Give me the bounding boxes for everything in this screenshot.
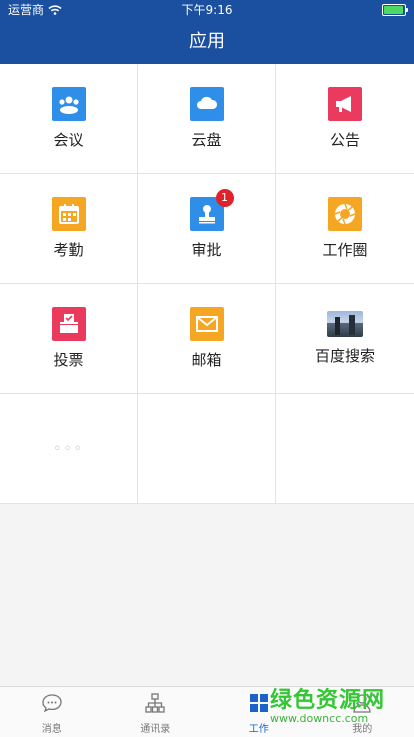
- app-label: 邮箱: [191, 349, 221, 370]
- ballot-box-icon: [52, 307, 86, 341]
- cloud-icon: [190, 87, 224, 121]
- tab-label: 通讯录: [140, 720, 170, 735]
- approval-badge: 1: [216, 189, 234, 207]
- tab-messages[interactable]: 消息: [0, 687, 104, 737]
- app-label: 公告: [330, 129, 360, 150]
- app-label: 考勤: [53, 239, 83, 260]
- status-bar: 运营商 下午9:16: [0, 0, 414, 20]
- tab-label: 我的: [352, 720, 372, 735]
- tab-contacts[interactable]: 通讯录: [104, 687, 208, 737]
- more-icon: ◦◦◦: [53, 441, 84, 457]
- app-cloud-drive[interactable]: 云盘: [138, 64, 276, 174]
- app-attendance[interactable]: 考勤: [0, 174, 138, 284]
- tab-work[interactable]: 工作: [207, 687, 311, 737]
- tab-bar: 消息 通讯录 工作 我的: [0, 686, 414, 737]
- tab-me[interactable]: 我的: [311, 687, 414, 737]
- meeting-icon: [52, 87, 86, 121]
- stamp-icon: 1: [190, 197, 224, 231]
- app-label: 工作圈: [322, 239, 367, 260]
- user-icon: [351, 692, 373, 714]
- empty-cell: [138, 394, 276, 504]
- app-label: 会议: [53, 129, 83, 150]
- app-approval[interactable]: 1 审批: [138, 174, 276, 284]
- baidu-photo-icon: [327, 311, 363, 337]
- page-title: 应用: [0, 28, 414, 56]
- empty-cell: [276, 394, 414, 504]
- status-time: 下午9:16: [0, 0, 414, 20]
- app-more[interactable]: ◦◦◦: [0, 394, 138, 504]
- app-announcement[interactable]: 公告: [276, 64, 414, 174]
- app-baidu-search[interactable]: 百度搜索: [276, 284, 414, 394]
- aperture-icon: [328, 197, 362, 231]
- mail-icon: [190, 307, 224, 341]
- battery-icon: [382, 4, 406, 16]
- app-label: 投票: [53, 349, 83, 370]
- app-vote[interactable]: 投票: [0, 284, 138, 394]
- app-header: 运营商 下午9:16 应用: [0, 0, 414, 64]
- app-mail[interactable]: 邮箱: [138, 284, 276, 394]
- org-chart-icon: [144, 692, 166, 714]
- battery-fill: [384, 6, 403, 14]
- chat-bubble-icon: [41, 692, 63, 714]
- megaphone-icon: [328, 87, 362, 121]
- app-meeting[interactable]: 会议: [0, 64, 138, 174]
- app-label: 百度搜索: [315, 345, 375, 366]
- app-label: 云盘: [191, 129, 221, 150]
- grid-icon: [248, 692, 270, 714]
- tab-label: 消息: [42, 720, 62, 735]
- calendar-icon: [52, 197, 86, 231]
- tab-label: 工作: [249, 720, 269, 735]
- app-label: 审批: [191, 239, 221, 260]
- app-work-circle[interactable]: 工作圈: [276, 174, 414, 284]
- app-grid: 会议 云盘 公告 考勤 1 审批 工作圈: [0, 64, 414, 504]
